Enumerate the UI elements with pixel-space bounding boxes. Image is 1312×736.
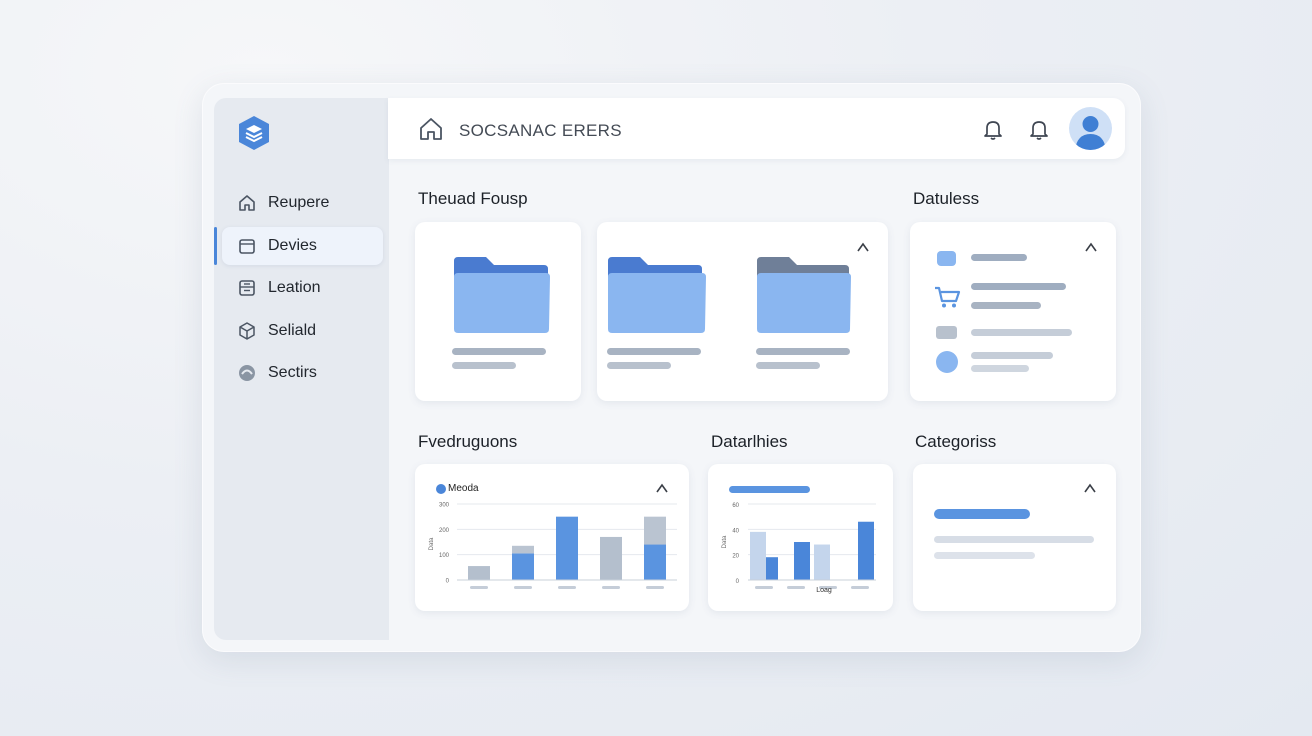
sidebar-item-label: Devies: [268, 236, 317, 254]
sidebar-item-sectirs[interactable]: Sectirs: [222, 354, 383, 392]
tag-icon: [936, 326, 957, 339]
placeholder-line: [971, 329, 1072, 336]
app-window: Reupere Devies Leation Seliald Sectirs S…: [202, 83, 1141, 652]
folder-card[interactable]: [597, 222, 888, 401]
bell-icon[interactable]: [1027, 117, 1051, 141]
chart-bar: [644, 516, 666, 545]
chart-bar: [750, 531, 766, 580]
placeholder-line: [607, 362, 671, 369]
circle-icon: [237, 363, 257, 383]
home-icon: [237, 193, 257, 213]
y-tick-label: 40: [732, 528, 739, 534]
cart-icon: [935, 286, 961, 308]
y-tick-label: 100: [439, 553, 450, 559]
placeholder-line: [452, 362, 516, 369]
x-tick-label: [470, 586, 488, 589]
placeholder-line: [756, 362, 820, 369]
sidebar-nav: Reupere Devies Leation Seliald Sectirs: [214, 184, 389, 397]
chart-bar: [468, 566, 490, 580]
placeholder-line: [971, 302, 1041, 309]
placeholder-line: [971, 352, 1053, 359]
chart-bar: [556, 516, 578, 580]
sidebar-item-label: Reupere: [268, 194, 330, 211]
y-tick-label: 60: [732, 503, 739, 509]
placeholder-line: [607, 348, 701, 355]
categories-card[interactable]: [913, 464, 1116, 611]
placeholder-line: [934, 536, 1094, 543]
calendar-icon: [237, 236, 257, 256]
collapse-icon[interactable]: [1084, 240, 1098, 254]
chart-bar: [794, 542, 810, 580]
collapse-icon[interactable]: [856, 240, 870, 254]
x-tick-label: [514, 586, 532, 589]
chart-bar: [814, 544, 830, 580]
archive-icon: [237, 278, 257, 298]
y-axis-label: Data: [429, 537, 435, 550]
sidebar-item-seliald[interactable]: Seliald: [222, 312, 383, 350]
placeholder-line: [971, 365, 1029, 372]
folder-icon: [608, 257, 706, 333]
details-card[interactable]: [910, 222, 1116, 401]
chart-bar: [858, 521, 874, 580]
folder-card[interactable]: [415, 222, 581, 401]
chart-bar: [644, 544, 666, 580]
cube-icon: [237, 321, 257, 341]
placeholder-line: [971, 254, 1027, 261]
chart-card[interactable]: Meoda 0 100 200 300 Data: [415, 464, 689, 611]
sidebar: Reupere Devies Leation Seliald Sectirs: [214, 98, 389, 640]
chart-bar: [512, 545, 534, 554]
section-title-fvedruguons: Fvedruguons: [418, 432, 518, 451]
x-tick-label: [558, 586, 576, 589]
category-bar: [934, 509, 1030, 519]
x-tick-label: [851, 586, 869, 589]
sidebar-item-devies[interactable]: Devies: [214, 226, 383, 265]
app-logo-icon[interactable]: [235, 114, 273, 152]
section-title-details: Datuless: [913, 189, 980, 208]
chart-bar: [600, 536, 622, 580]
folder-icon: [937, 251, 956, 266]
y-tick-label: 200: [439, 528, 450, 534]
folder-icon: [757, 257, 851, 333]
sidebar-item-reupere[interactable]: Reupere: [222, 184, 383, 222]
bar-chart: 0 100 200 300 Data: [429, 503, 677, 589]
x-tick-label: [787, 586, 805, 589]
y-tick-label: 0: [736, 579, 740, 585]
placeholder-line: [934, 552, 1035, 559]
user-icon: [1075, 116, 1106, 150]
sidebar-item-label: Leation: [268, 279, 321, 296]
chart-bar: [512, 553, 534, 580]
x-axis-label: Loag: [816, 587, 832, 594]
y-tick-label: 300: [439, 503, 450, 509]
y-tick-label: 0: [446, 579, 450, 585]
section-title-categories: Categoriss: [915, 432, 997, 451]
sidebar-item-leation[interactable]: Leation: [222, 269, 383, 307]
placeholder-line: [452, 348, 546, 355]
avatar[interactable]: [1069, 107, 1112, 150]
section-title-folders: Theuad Fousp: [418, 189, 528, 208]
home-icon[interactable]: [418, 116, 444, 142]
y-tick-label: 20: [732, 554, 739, 560]
folder-icon: [454, 257, 550, 333]
section-title-datarlhies: Datarlhies: [711, 432, 788, 451]
x-tick-label: [602, 586, 620, 589]
circle-icon: [936, 351, 958, 373]
collapse-icon[interactable]: [1083, 481, 1097, 495]
x-tick-label: [646, 586, 664, 589]
y-axis-label: Data: [722, 535, 728, 548]
sidebar-item-label: Seliald: [268, 321, 317, 339]
chart-card[interactable]: 0 20 40 60 Data Loag: [708, 464, 893, 611]
placeholder-line: [756, 348, 850, 355]
sidebar-item-label: Sectirs: [268, 364, 317, 381]
bell-icon[interactable]: [981, 117, 1005, 141]
top-bar: SOCSANAC ERERS: [388, 98, 1125, 159]
placeholder-line: [971, 283, 1066, 290]
bar-chart: 0 20 40 60 Data Loag: [722, 503, 876, 594]
page-title: SOCSANAC ERERS: [459, 121, 622, 140]
x-tick-label: [755, 586, 773, 589]
